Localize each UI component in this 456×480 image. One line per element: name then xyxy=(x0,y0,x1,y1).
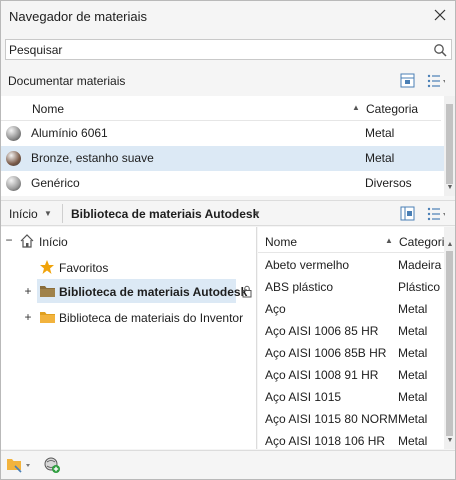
search-box xyxy=(5,39,452,60)
material-category: Diversos xyxy=(365,176,412,190)
material-category: Metal xyxy=(398,324,428,338)
material-swatch-icon xyxy=(6,176,21,191)
scroll-up-icon[interactable]: ▲ xyxy=(445,241,455,248)
library-tree: − Início Favoritos + Biblioteca de mater… xyxy=(1,227,257,449)
material-category: Metal xyxy=(398,412,428,426)
material-name: Genérico xyxy=(31,176,80,190)
material-name: Aço AISI 1015 xyxy=(265,390,342,404)
material-name: Abeto vermelho xyxy=(265,258,350,272)
sort-ascending-icon: ▲ xyxy=(352,103,360,112)
material-swatch-icon xyxy=(6,126,21,141)
expand-icon[interactable]: + xyxy=(23,284,33,298)
tree-label-inventor-library: Biblioteca de materiais do Inventor xyxy=(59,311,244,325)
material-name: Aço AISI 1018 106 HR xyxy=(265,434,386,448)
scrollbar-thumb[interactable] xyxy=(446,104,453,184)
view-options-icon[interactable] xyxy=(425,72,445,90)
list-item[interactable]: Aço AISI 1015 Metal xyxy=(258,386,444,408)
toggle-library-icon[interactable] xyxy=(398,72,418,90)
table-row[interactable]: Genérico Diversos xyxy=(1,171,444,196)
tree-item-inventor-library[interactable]: + Biblioteca de materiais do Inventor xyxy=(1,307,257,329)
close-icon xyxy=(434,9,446,21)
tree-item-favorites[interactable]: Favoritos xyxy=(1,257,251,279)
collapse-icon[interactable]: − xyxy=(4,233,14,247)
list-item[interactable]: Aço AISI 1015 80 NORM Metal xyxy=(258,408,444,430)
material-category: Plástico xyxy=(398,280,441,294)
material-category: Metal xyxy=(365,126,395,140)
scroll-down-icon[interactable]: ▼ xyxy=(445,437,455,444)
list-item[interactable]: Aço AISI 1006 85B HR Metal xyxy=(258,342,444,364)
header-divider xyxy=(258,252,444,253)
material-category: Metal xyxy=(398,390,428,404)
material-name: Aço AISI 1006 85B HR xyxy=(265,346,387,360)
chevron-down-icon[interactable]: ▼ xyxy=(44,209,52,218)
create-material-icon[interactable] xyxy=(43,456,61,474)
tree-item-home[interactable]: − Início xyxy=(1,231,251,253)
title-bar: Navegador de materiais xyxy=(1,1,455,31)
material-category: Metal xyxy=(398,434,428,448)
list-scrollbar[interactable]: ▲ ▼ xyxy=(444,227,455,449)
doc-table-scrollbar[interactable] xyxy=(444,96,455,196)
material-name: ABS plástico xyxy=(265,280,334,294)
breadcrumb-home[interactable]: Início xyxy=(9,207,38,221)
list-item[interactable]: Aço AISI 1006 85 HR Metal xyxy=(258,320,444,342)
star-icon xyxy=(40,260,54,274)
material-category: Metal xyxy=(398,302,428,316)
breadcrumb-library[interactable]: Biblioteca de materiais Autodesk xyxy=(71,207,259,221)
scrollbar-thumb[interactable] xyxy=(446,251,453,436)
breadcrumb: Início ▼ Biblioteca de materiais Autodes… xyxy=(1,200,455,226)
list-item[interactable]: Aço Metal xyxy=(258,298,444,320)
column-header-name[interactable]: Nome xyxy=(32,102,64,116)
tree-item-autodesk-library[interactable]: + Biblioteca de materiais Autodesk xyxy=(1,281,257,303)
material-swatch-icon xyxy=(6,151,21,166)
list-item[interactable]: ABS plástico Plástico xyxy=(258,276,444,298)
search-input[interactable] xyxy=(9,42,429,57)
sort-ascending-icon: ▲ xyxy=(385,236,393,245)
tree-label-home: Início xyxy=(39,235,68,249)
material-category: Metal xyxy=(365,151,395,165)
list-item[interactable]: Aço AISI 1008 91 HR Metal xyxy=(258,364,444,386)
material-name: Aço AISI 1006 85 HR xyxy=(265,324,379,338)
tree-label-autodesk-library: Biblioteca de materiais Autodesk xyxy=(59,285,248,299)
folder-icon xyxy=(40,286,55,297)
breadcrumb-divider xyxy=(62,204,63,223)
bottom-toolbar xyxy=(1,450,455,479)
material-name: Aço AISI 1015 80 NORM xyxy=(265,412,398,426)
open-library-icon[interactable] xyxy=(6,457,32,473)
list-item[interactable]: Abeto vermelho Madeira xyxy=(258,254,444,276)
material-category: Madeira xyxy=(398,258,442,272)
material-category: Metal xyxy=(398,346,428,360)
home-icon xyxy=(20,234,34,248)
material-browser-window: Navegador de materiais Documentar materi… xyxy=(0,0,456,480)
list-item[interactable]: Aço AISI 1018 106 HR Metal xyxy=(258,430,444,449)
column-header-category[interactable]: Categori xyxy=(399,235,444,249)
expand-icon[interactable]: + xyxy=(23,310,33,324)
library-panel-icon[interactable] xyxy=(398,205,418,223)
window-title: Navegador de materiais xyxy=(9,9,148,24)
material-name: Bronze, estanho suave xyxy=(31,151,154,165)
scroll-down-icon[interactable]: ▼ xyxy=(445,184,455,191)
material-name: Aço xyxy=(265,302,286,316)
close-button[interactable] xyxy=(431,6,449,24)
lock-icon xyxy=(242,285,252,298)
material-name: Aço AISI 1008 91 HR xyxy=(265,368,379,382)
table-row[interactable]: Bronze, estanho suave Metal xyxy=(1,146,444,171)
library-materials-list: Nome ▲ Categori Abeto vermelho Madeira A… xyxy=(258,227,455,449)
tree-label-favorites: Favoritos xyxy=(59,261,109,275)
folder-icon xyxy=(40,312,55,323)
list-view-options-icon[interactable] xyxy=(425,205,445,223)
search-icon[interactable] xyxy=(433,43,447,57)
document-materials-label: Documentar materiais xyxy=(8,74,126,88)
column-header-category[interactable]: Categoria xyxy=(366,102,418,116)
chevron-down-icon[interactable]: ▼ xyxy=(253,209,261,218)
material-category: Metal xyxy=(398,368,428,382)
table-row[interactable]: Alumínio 6061 Metal xyxy=(1,121,444,146)
material-name: Alumínio 6061 xyxy=(31,126,108,140)
document-materials-table: Nome ▲ Categoria Alumínio 6061 Metal Bro… xyxy=(1,96,455,196)
column-header-name[interactable]: Nome xyxy=(265,235,297,249)
